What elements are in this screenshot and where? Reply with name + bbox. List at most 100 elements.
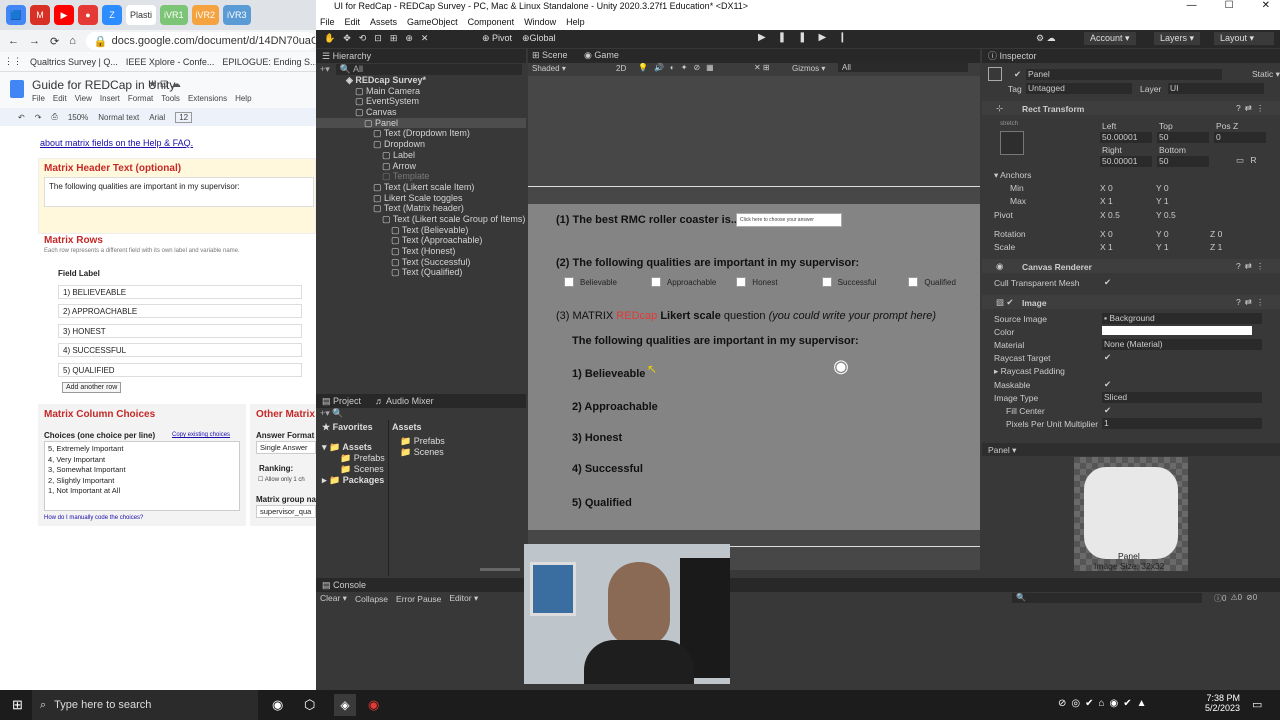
menu-edit[interactable]: Edit [345,17,361,27]
menu-help[interactable]: Help [566,17,585,27]
menu-window[interactable]: Window [524,17,556,27]
preview-header[interactable] [982,443,1280,456]
error-pause-button[interactable]: Error Pause [396,594,441,604]
tab-ivr3[interactable]: iVR3 [223,5,251,25]
menu-extensions[interactable]: Extensions [188,94,227,103]
group-name-input[interactable]: supervisor_qua [256,505,316,518]
gizmos-dropdown[interactable]: Gizmos ▾ [792,64,825,73]
hierarchy-item[interactable]: ▢ Text (Matrix header) [316,203,526,214]
assets-item[interactable]: ▾ 📁 Assets [322,442,385,453]
fill-center-checkbox[interactable]: ✔ [1104,405,1111,416]
info-count[interactable]: ⓘ0 [1214,593,1226,604]
component-menu-icon[interactable]: ?⇄⋮ [1236,297,1268,308]
right-field[interactable]: 50.00001 [1100,156,1152,167]
answer-format-select[interactable]: Single Answer [256,441,316,454]
menu-gameobject[interactable]: GameObject [407,17,458,27]
error-count[interactable]: ⊘0 [1246,593,1257,604]
console-tab[interactable]: ▤ Console [316,578,1280,592]
tab-docs[interactable]: 🟦 [6,5,26,25]
menu-file[interactable]: File [320,17,335,27]
hierarchy-item[interactable]: ▢ Panel [316,117,526,129]
menu-assets[interactable]: Assets [370,17,397,27]
posz-field[interactable]: 0 [1214,132,1266,143]
pivot-toggle[interactable]: ⊕ Pivot [482,33,512,44]
font-size-field[interactable]: 12 [175,111,193,123]
component-menu-icon[interactable]: ?⇄⋮ [1236,103,1268,114]
maskable-checkbox[interactable]: ✔ [1104,379,1111,390]
rot-x-field[interactable]: X 0 [1100,229,1113,239]
hierarchy-item[interactable]: ▢ Canvas [316,107,526,118]
unity-hub-taskbar-icon[interactable]: ⬡ [304,697,315,713]
matrix-row-input[interactable]: 2) APPROACHABLE [58,304,302,318]
hierarchy-item[interactable]: ▢ Text (Likert scale Item) [316,182,526,193]
shading-dropdown[interactable]: Shaded ▾ [532,64,566,73]
max-y-field[interactable]: Y 1 [1156,196,1169,206]
raw-edit-buttons[interactable]: ▭ R [1236,155,1259,166]
2d-toggle[interactable]: 2D [616,64,626,73]
pivot-y-field[interactable]: Y 0.5 [1156,210,1176,220]
inspector-tab[interactable]: ⓘ Inspector [982,49,1280,63]
docs-logo-icon[interactable] [10,80,24,98]
hierarchy-search-input[interactable]: 🔍 All [335,63,522,75]
hierarchy-item[interactable]: ▢ Text (Qualified) [316,267,526,278]
tab-red[interactable]: ● [78,5,98,25]
layout-dropdown[interactable]: Layout ▾ [1214,32,1274,45]
tab-scene[interactable]: ⊞ Scene [532,50,568,61]
star-icon[interactable]: ★ ⊡ ☁ [148,79,181,90]
matrix-row-input[interactable]: 3) HONEST [58,324,302,338]
pause-icon[interactable]: ❚❚ [778,32,819,43]
matrix-header-input[interactable]: The following qualities are important in… [44,177,314,207]
checkbox-believable[interactable] [564,277,574,287]
unity-taskbar-icon[interactable]: ◈ [334,694,356,716]
hierarchy-item[interactable]: ▢ Main Camera [316,86,526,97]
menu-help[interactable]: Help [235,94,251,103]
global-toggle[interactable]: ⊕Global [522,33,556,44]
sc-x-field[interactable]: X 1 [1100,242,1113,252]
layer-dropdown[interactable]: UI [1168,83,1264,94]
back-icon[interactable]: ← [8,35,19,47]
raycast-padding-label[interactable]: ▸ Raycast Padding [994,366,1065,377]
copy-choices-link[interactable]: Copy existing choices [172,432,230,438]
checkbox-qualified[interactable] [908,277,919,287]
warning-count[interactable]: ⚠0 [1230,593,1242,604]
hierarchy-item[interactable]: ▢ Text (Dropdown Item) [316,128,526,139]
menu-insert[interactable]: Insert [100,94,120,103]
tab-zoom[interactable]: Z [102,5,122,25]
tab-game[interactable]: ◉ Game [584,50,619,61]
scenes-item[interactable]: 📁 Scenes [322,464,385,475]
collab-icon[interactable]: ⚙ ☁ [1036,33,1056,44]
apps-icon[interactable]: ⋮⋮ [4,56,22,67]
tab-audio-mixer[interactable]: ♬ Audio Mixer [375,394,434,408]
tab-youtube[interactable]: ▶ [54,5,74,25]
image-type-dropdown[interactable]: Sliced [1102,392,1262,403]
bottom-field[interactable]: 50 [1157,156,1209,167]
font-select[interactable]: Arial [149,113,165,122]
raycast-checkbox[interactable]: ✔ [1104,352,1111,363]
favorites-item[interactable]: ★ Favorites [322,422,385,433]
hierarchy-item[interactable]: ▢ Text (Successful) [316,257,526,268]
maximize-icon[interactable]: ☐ [1225,0,1234,11]
taskbar-search[interactable]: ⌕ Type here to search [32,690,258,720]
static-toggle[interactable]: Static ▾ [1252,69,1280,80]
pivot-x-field[interactable]: X 0.5 [1100,210,1120,220]
scenes-folder[interactable]: 📁 Scenes [392,447,445,458]
packages-item[interactable]: ▸ 📁 Packages [322,475,385,486]
hierarchy-item[interactable]: ▢ Text (Honest) [316,246,526,257]
hierarchy-item[interactable]: ▢ Text (Approachable) [316,235,526,246]
max-x-field[interactable]: X 1 [1100,196,1113,206]
object-name-field[interactable]: Panel [1026,69,1222,80]
matrix-row-input[interactable]: 4) SUCCESSFUL [58,343,302,357]
scene-extra-icons[interactable]: ✕ ⊞ [754,63,770,72]
editor-dropdown[interactable]: Editor ▾ [449,593,478,604]
clock[interactable]: 7:38 PM 5/2/2023 [1196,693,1240,713]
add-icon[interactable]: +▾ [320,64,330,75]
notification-icon[interactable]: ▭ [1252,698,1262,711]
menu-component[interactable]: Component [468,17,515,27]
chrome-taskbar-icon[interactable]: ◉ [272,697,283,713]
allow-only-checkbox[interactable]: ☐ Allow only 1 ch [258,476,305,483]
checkbox-honest[interactable] [736,277,747,287]
bookmark-ieee[interactable]: IEEE Xplore - Confe... [126,57,215,67]
collapse-button[interactable]: Collapse [355,594,388,604]
roller-coaster-dropdown[interactable]: Click here to choose your answer [736,213,842,227]
menu-format[interactable]: Format [128,94,153,103]
